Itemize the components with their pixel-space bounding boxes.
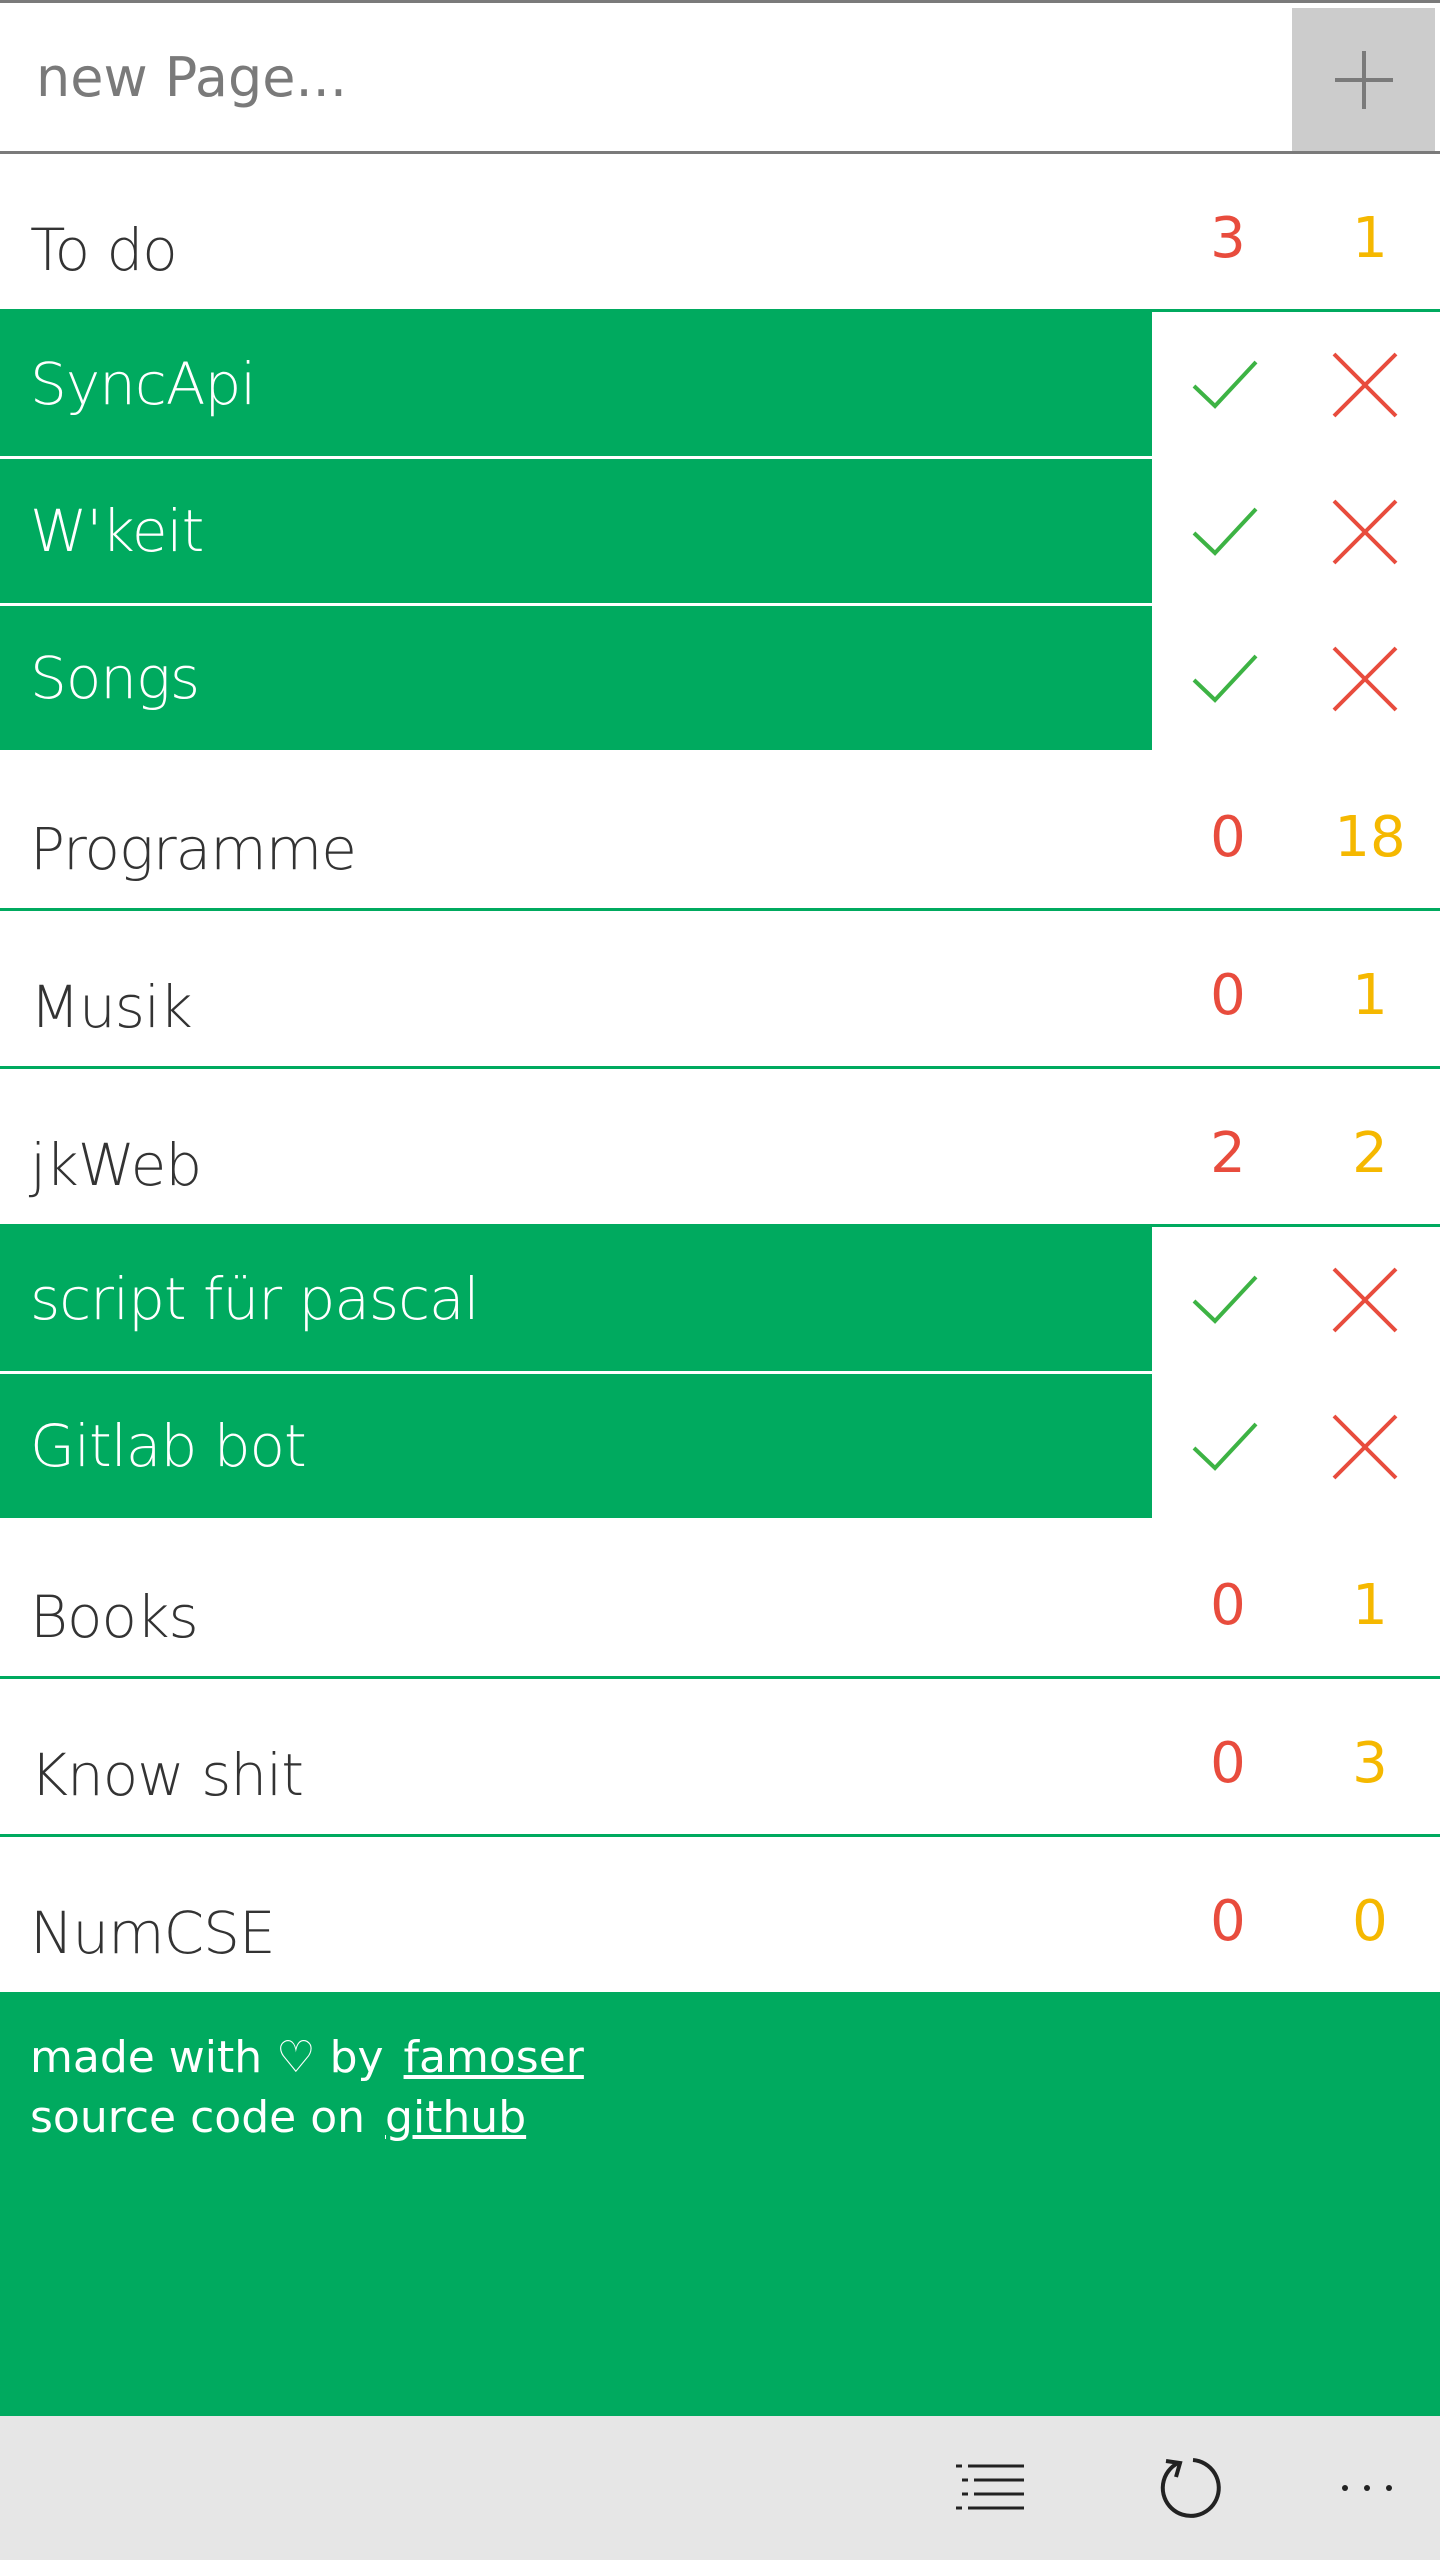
author-link[interactable]: famoser [404, 2032, 584, 2083]
page-list: To do 3 1 SyncApi W'keit Songs Programme 0 18 Mus… [0, 154, 1440, 1995]
footer: made with ♡ by famoser source code on gith… [0, 1994, 1440, 2416]
todo-item[interactable]: W'keit [0, 459, 1152, 603]
more-button[interactable] [1312, 2436, 1422, 2540]
add-page-button[interactable] [1292, 8, 1435, 151]
todo-item[interactable]: Songs [0, 606, 1152, 750]
made-with-line: made with ♡ by famoser [30, 2032, 584, 2083]
todo-item[interactable]: script für pascal [0, 1227, 1152, 1371]
todo-row: Songs [0, 606, 1440, 753]
list-icon [956, 2464, 1024, 2510]
made-with-text: made with ♡ by [30, 2032, 384, 2083]
open-count: 3 [1210, 206, 1246, 271]
page-row[interactable]: jkWeb 2 2 [0, 1069, 1440, 1227]
todo-title: W'keit [30, 497, 204, 565]
open-count: 0 [1210, 1573, 1246, 1638]
page-row[interactable]: Know shit 0 3 [0, 1679, 1440, 1837]
close-icon [1332, 1414, 1398, 1480]
todo-title: Songs [30, 644, 200, 712]
todo-title: script für pascal [30, 1265, 480, 1333]
refresh-button[interactable] [1138, 2436, 1248, 2540]
source-text: source code on [30, 2092, 366, 2143]
github-link[interactable]: github [385, 2092, 526, 2143]
app-bar [0, 2416, 1440, 2560]
done-count: 3 [1352, 1731, 1388, 1796]
page-title: Know shit [30, 1741, 304, 1809]
complete-button[interactable] [1180, 634, 1270, 724]
todo-row: W'keit [0, 459, 1440, 606]
open-count: 0 [1210, 805, 1246, 870]
open-count: 2 [1210, 1121, 1246, 1186]
page-row[interactable]: Books 0 1 [0, 1521, 1440, 1679]
todo-title: Gitlab bot [30, 1412, 307, 1480]
todo-item[interactable]: Gitlab bot [0, 1374, 1152, 1518]
delete-button[interactable] [1320, 1255, 1410, 1345]
plus-icon [1334, 50, 1393, 109]
open-count: 0 [1210, 963, 1246, 1028]
page-title: NumCSE [30, 1899, 276, 1967]
page-title: Musik [30, 973, 193, 1041]
todo-title: SyncApi [30, 350, 256, 418]
complete-button[interactable] [1180, 487, 1270, 577]
close-icon [1332, 499, 1398, 565]
page-row[interactable]: Musik 0 1 [0, 911, 1440, 1069]
delete-button[interactable] [1320, 487, 1410, 577]
new-page-input[interactable] [0, 3, 1290, 151]
more-icon [1342, 2485, 1392, 2491]
todo-row: Gitlab bot [0, 1374, 1440, 1521]
page-row[interactable]: Programme 0 18 [0, 753, 1440, 911]
check-icon [1192, 507, 1258, 556]
todo-row: SyncApi [0, 312, 1440, 459]
new-page-bar [0, 0, 1440, 154]
list-button[interactable] [935, 2436, 1045, 2540]
delete-button[interactable] [1320, 340, 1410, 430]
page-title: jkWeb [30, 1131, 202, 1199]
check-icon [1192, 360, 1258, 409]
open-count: 0 [1210, 1889, 1246, 1954]
complete-button[interactable] [1180, 340, 1270, 430]
check-icon [1192, 1422, 1258, 1471]
done-count: 1 [1352, 963, 1388, 1028]
done-count: 1 [1352, 1573, 1388, 1638]
page-title: To do [30, 216, 178, 284]
close-icon [1332, 352, 1398, 418]
close-icon [1332, 1267, 1398, 1333]
check-icon [1192, 1275, 1258, 1324]
complete-button[interactable] [1180, 1402, 1270, 1492]
page-row[interactable]: To do 3 1 [0, 154, 1440, 312]
done-count: 18 [1334, 805, 1406, 870]
check-icon [1192, 654, 1258, 703]
done-count: 1 [1352, 206, 1388, 271]
close-icon [1332, 646, 1398, 712]
page-row[interactable]: NumCSE 0 0 [0, 1837, 1440, 1995]
source-line: source code on github [30, 2092, 526, 2143]
complete-button[interactable] [1180, 1255, 1270, 1345]
page-title: Programme [30, 815, 357, 883]
refresh-icon [1160, 2458, 1221, 2518]
page-title: Books [30, 1583, 199, 1651]
open-count: 0 [1210, 1731, 1246, 1796]
done-count: 2 [1352, 1121, 1388, 1186]
todo-item[interactable]: SyncApi [0, 312, 1152, 456]
todo-row: script für pascal [0, 1227, 1440, 1374]
delete-button[interactable] [1320, 1402, 1410, 1492]
delete-button[interactable] [1320, 634, 1410, 724]
done-count: 0 [1352, 1889, 1388, 1954]
